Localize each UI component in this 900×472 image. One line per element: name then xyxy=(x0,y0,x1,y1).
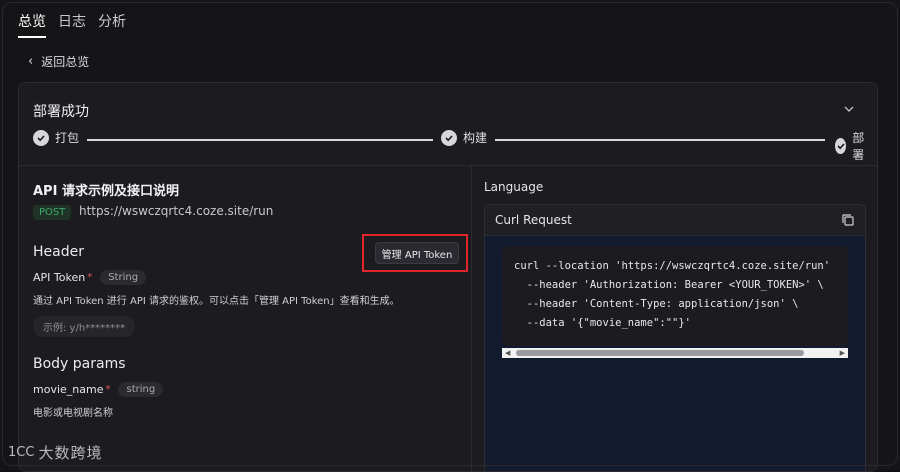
request-example-panel: Language Curl Request curl --location 'h… xyxy=(472,166,877,471)
chevron-left-icon: ‹ xyxy=(28,54,34,69)
endpoint-url[interactable]: https://wswczqrtc4.coze.site/run xyxy=(79,204,273,218)
progress-line xyxy=(87,139,433,141)
step-package: 打包 xyxy=(33,129,79,146)
deploy-status-title: 部署成功 xyxy=(33,104,89,120)
token-field-row: API Token * String xyxy=(33,270,147,285)
step-build: 构建 xyxy=(441,129,487,146)
tab-logs[interactable]: 日志 xyxy=(58,8,86,36)
step-deploy: 部署 xyxy=(835,129,869,163)
header-section-title: Header xyxy=(33,244,84,260)
horizontal-scrollbar[interactable]: ◀ ▶ xyxy=(502,348,848,358)
watermark-text: 大数跨境 xyxy=(38,444,103,462)
watermark: 1CC 大数跨境 xyxy=(8,442,102,463)
code-area: curl --location 'https://wswczqrtc4.coze… xyxy=(485,236,865,471)
check-circle-icon xyxy=(835,138,847,154)
api-docs-panel: API 请求示例及接口说明 POST https://wswczqrtc4.co… xyxy=(19,166,471,471)
movie-name-field-row: movie_name * string xyxy=(33,382,164,397)
language-label: Language xyxy=(484,180,544,194)
field-name: API Token xyxy=(33,271,86,284)
field-type-badge: string xyxy=(118,382,164,397)
deploy-progress-steps: 打包 构建 部署 xyxy=(33,129,867,162)
progress-line xyxy=(495,139,825,141)
http-method-badge: POST xyxy=(33,205,72,220)
body-params-title: Body params xyxy=(33,356,126,372)
copy-icon[interactable] xyxy=(841,213,855,227)
code-sample-header: Curl Request xyxy=(485,205,865,236)
api-section-title: API 请求示例及接口说明 xyxy=(33,184,179,199)
scrollbar-thumb[interactable] xyxy=(516,350,804,356)
back-label: 返回总览 xyxy=(41,55,90,69)
check-circle-icon xyxy=(33,129,49,146)
tab-overview[interactable]: 总览 xyxy=(18,8,46,38)
code-line: --data '{"movie_name":""}' xyxy=(514,317,692,329)
back-to-overview-link[interactable]: ‹ 返回总览 xyxy=(28,53,89,70)
scroll-left-icon[interactable]: ◀ xyxy=(505,348,510,358)
deployment-card: 部署成功 打包 构建 部署 API 请求示例及接口说明 POST https:/… xyxy=(18,82,878,472)
code-sample-title: Curl Request xyxy=(495,213,572,227)
tab-analytics[interactable]: 分析 xyxy=(98,8,126,36)
field-type-badge: String xyxy=(100,270,147,285)
required-marker: * xyxy=(87,272,93,283)
check-circle-icon xyxy=(441,129,457,146)
scroll-right-icon[interactable]: ▶ xyxy=(840,348,845,358)
app-window: 总览 日志 分析 ‹ 返回总览 部署成功 打包 构建 部署 API 请求示例及接… xyxy=(0,0,900,472)
field-name: movie_name xyxy=(33,383,104,396)
watermark-logo: 1CC xyxy=(8,445,35,460)
code-line: curl --location 'https://wswczqrtc4.coze… xyxy=(514,260,831,272)
code-sample-card: Curl Request curl --location 'https://ws… xyxy=(484,204,866,471)
chevron-down-icon[interactable] xyxy=(843,103,855,115)
code-line: --header 'Authorization: Bearer <YOUR_TO… xyxy=(514,279,824,291)
top-tabs: 总览 日志 分析 xyxy=(18,8,126,38)
manage-api-token-button[interactable]: 管理 API Token xyxy=(375,242,459,264)
token-description: 通过 API Token 进行 API 请求的鉴权。可以点击「管理 API To… xyxy=(33,296,400,307)
step-label: 部署 xyxy=(852,131,865,162)
step-label: 构建 xyxy=(463,131,488,145)
movie-name-description: 电影或电视剧名称 xyxy=(33,408,113,419)
step-label: 打包 xyxy=(55,131,80,145)
token-example: 示例: y/h******** xyxy=(33,316,136,337)
required-marker: * xyxy=(105,384,111,395)
code-block[interactable]: curl --location 'https://wswczqrtc4.coze… xyxy=(502,246,848,346)
code-line: --header 'Content-Type: application/json… xyxy=(514,298,799,310)
